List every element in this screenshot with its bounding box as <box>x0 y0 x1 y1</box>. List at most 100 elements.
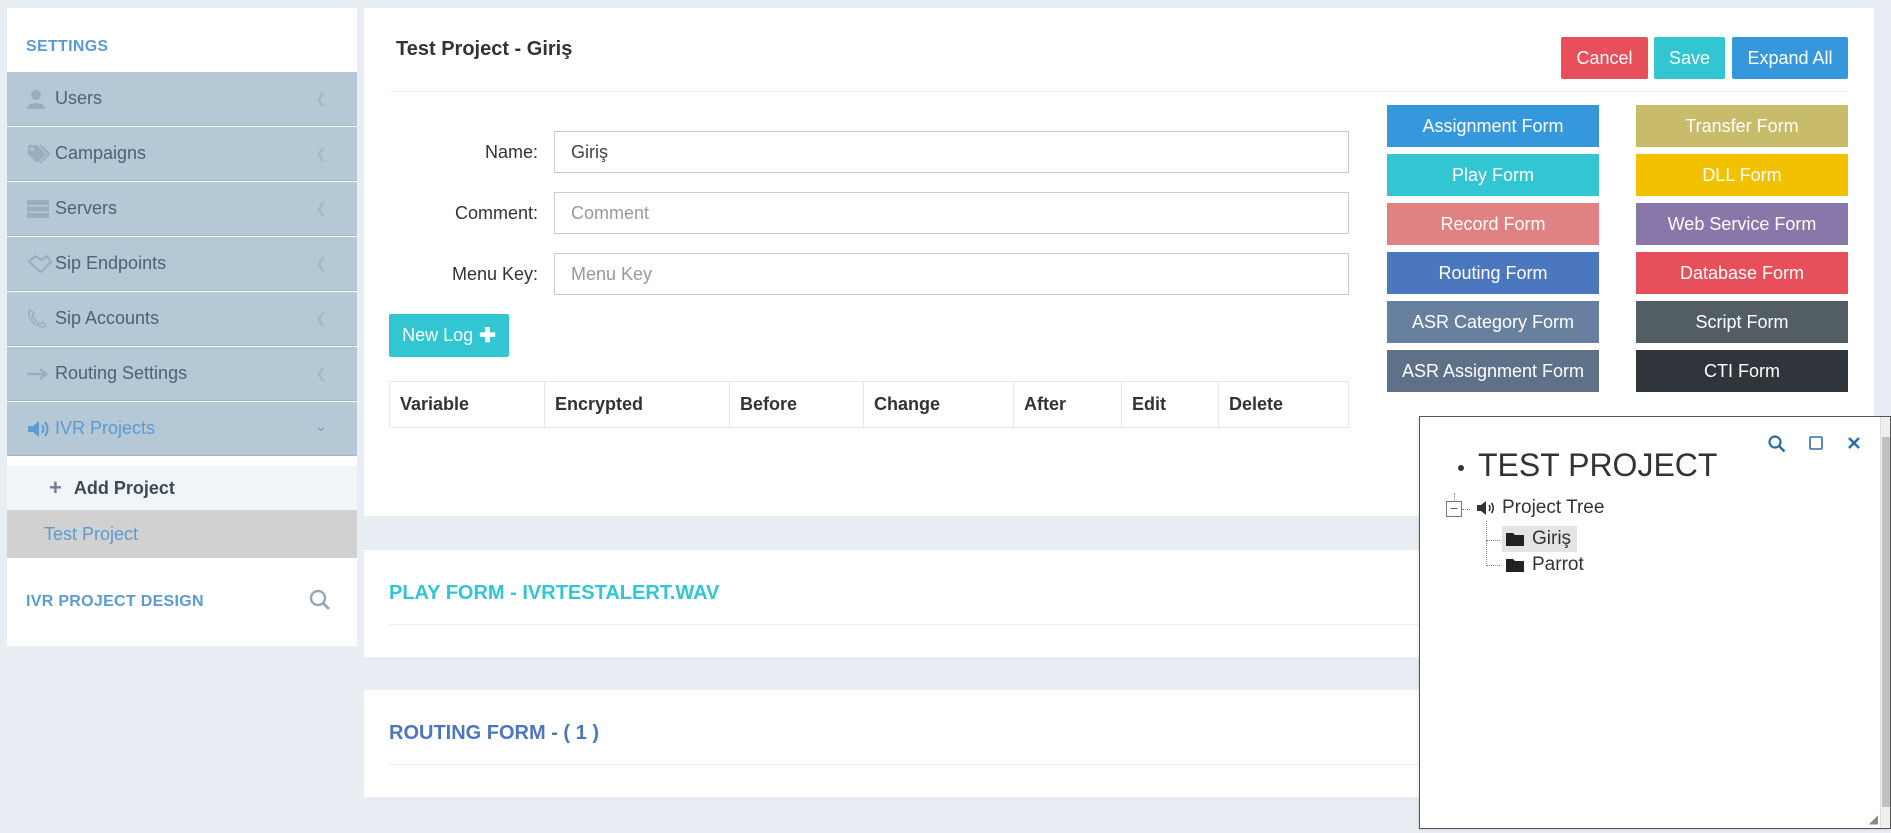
search-icon[interactable] <box>1768 435 1786 458</box>
column-header[interactable]: Before <box>729 381 864 428</box>
cancel-button[interactable]: Cancel <box>1561 37 1648 79</box>
chevron-left-icon: ❮ <box>315 310 327 326</box>
maximize-icon[interactable] <box>1808 435 1824 458</box>
chevron-left-icon: ❮ <box>315 365 327 381</box>
chevron-left-icon: ❮ <box>315 90 327 106</box>
chevron-left-icon: ❮ <box>315 145 327 161</box>
tree-node-label: Parrot <box>1532 554 1584 575</box>
dll-form-button[interactable]: DLL Form <box>1636 154 1848 196</box>
save-button[interactable]: Save <box>1654 37 1725 79</box>
comment-label: Comment: <box>454 203 538 223</box>
plus-icon: ✚ <box>479 325 496 347</box>
phone-icon <box>27 308 55 329</box>
chevron-left-icon: ❮ <box>315 200 327 216</box>
play-form-button[interactable]: Play Form <box>1387 154 1599 196</box>
handshake-icon <box>27 254 55 274</box>
asr-assignment-form-button[interactable]: ASR Assignment Form <box>1387 350 1599 392</box>
menu-key-label: Menu Key: <box>451 264 538 284</box>
folder-icon <box>1506 558 1524 572</box>
tree-node-label: Project Tree <box>1502 497 1605 518</box>
page-title: Test Project - Giriş <box>396 38 573 60</box>
arrow-right-icon <box>27 367 55 380</box>
sidebar-item-label: Sip Endpoints <box>55 253 167 273</box>
web-service-form-button[interactable]: Web Service Form <box>1636 203 1848 245</box>
sidebar-item-label: Users <box>55 88 103 108</box>
volume-icon <box>1476 500 1496 516</box>
sidebar-item-label: IVR Projects <box>55 418 156 438</box>
record-form-button[interactable]: Record Form <box>1387 203 1599 245</box>
chevron-left-icon: ❮ <box>315 255 327 271</box>
tree-toolbar <box>1768 435 1862 458</box>
new-log-button[interactable]: New Log ✚ <box>389 314 509 357</box>
scrollbar[interactable] <box>1880 417 1890 828</box>
sidebar-item-label: Sip Accounts <box>55 308 160 328</box>
chevron-down-icon: ⌄ <box>315 418 327 434</box>
column-header[interactable]: Variable <box>389 381 545 428</box>
project-item[interactable]: Test Project <box>7 510 357 558</box>
resize-handle-icon[interactable]: ◢ <box>1869 812 1878 826</box>
sidebar-item-label: Servers <box>55 198 118 218</box>
tree-connector <box>1486 521 1487 566</box>
close-icon[interactable] <box>1846 435 1862 458</box>
column-header[interactable]: Encrypted <box>544 381 730 428</box>
sidebar-item-servers[interactable]: Servers ❮ <box>7 182 357 236</box>
volume-icon <box>27 419 55 439</box>
cti-form-button[interactable]: CTI Form <box>1636 350 1848 392</box>
tree-root-label: TEST PROJECT <box>1478 447 1718 483</box>
column-header[interactable]: Edit <box>1121 381 1219 428</box>
tree-connector <box>1462 509 1470 510</box>
log-table: Variable Encrypted Before Change After E… <box>389 381 1349 428</box>
ivr-project-design-title: IVR PROJECT DESIGN <box>26 593 204 610</box>
database-form-button[interactable]: Database Form <box>1636 252 1848 294</box>
routing-form-title[interactable]: ROUTING FORM - ( 1 ) <box>389 722 599 745</box>
add-project-label: Add Project <box>73 477 175 498</box>
sidebar-item-sip-accounts[interactable]: Sip Accounts ❮ <box>7 292 357 346</box>
bullet <box>1458 465 1464 471</box>
routing-form-button[interactable]: Routing Form <box>1387 252 1599 294</box>
tree-node-project-tree[interactable]: Project Tree <box>1476 497 1604 519</box>
comment-field[interactable] <box>554 192 1349 234</box>
play-form-title[interactable]: PLAY FORM - IVRTESTALERT.WAV <box>389 582 719 605</box>
sidebar-item-label: Routing Settings <box>55 363 188 383</box>
tree-node-label: Giriş <box>1532 528 1572 549</box>
sidebar: SETTINGS Users ❮ Campaigns ❮ Servers ❮ S… <box>7 8 357 646</box>
column-header[interactable]: Change <box>863 381 1014 428</box>
search-icon[interactable] <box>309 589 331 616</box>
add-project-item[interactable]: + Add Project <box>7 466 357 510</box>
script-form-button[interactable]: Script Form <box>1636 301 1848 343</box>
tree-node-giris[interactable]: Giriş <box>1502 526 1578 552</box>
user-icon <box>27 89 55 109</box>
divider <box>390 91 1848 92</box>
tree-node-parrot[interactable]: Parrot <box>1506 554 1584 576</box>
menu-key-field[interactable] <box>554 253 1349 295</box>
project-label: Test Project <box>44 523 139 544</box>
asr-category-form-button[interactable]: ASR Category Form <box>1387 301 1599 343</box>
sidebar-item-sip-endpoints[interactable]: Sip Endpoints ❮ <box>7 237 357 291</box>
sidebar-item-ivr-projects[interactable]: IVR Projects ⌄ <box>7 402 357 456</box>
column-header[interactable]: Delete <box>1218 381 1349 428</box>
assignment-form-button[interactable]: Assignment Form <box>1387 105 1599 147</box>
table-header-row: Variable Encrypted Before Change After E… <box>389 381 1349 428</box>
sidebar-item-label: Campaigns <box>55 143 147 163</box>
plus-icon: + <box>49 475 62 500</box>
sidebar-footer: IVR PROJECT DESIGN <box>7 558 357 646</box>
tree-connector <box>1486 565 1500 566</box>
name-label: Name: <box>484 142 538 162</box>
server-icon <box>27 199 55 218</box>
column-header[interactable]: After <box>1013 381 1122 428</box>
sidebar-title: SETTINGS <box>26 38 109 55</box>
sidebar-item-routing-settings[interactable]: Routing Settings ❮ <box>7 347 357 401</box>
tags-icon <box>27 143 55 164</box>
folder-icon <box>1506 532 1524 546</box>
project-tree-window: TEST PROJECT − Project Tree Giriş Parrot… <box>1419 416 1891 829</box>
name-field[interactable] <box>554 131 1349 173</box>
expand-all-button[interactable]: Expand All <box>1732 37 1848 79</box>
sidebar-item-users[interactable]: Users ❮ <box>7 72 357 126</box>
scrollbar-thumb[interactable] <box>1882 437 1890 807</box>
tree-connector <box>1486 540 1500 541</box>
tree-collapse-toggle[interactable]: − <box>1446 501 1462 517</box>
new-log-label: New Log <box>402 325 474 345</box>
transfer-form-button[interactable]: Transfer Form <box>1636 105 1848 147</box>
sidebar-item-campaigns[interactable]: Campaigns ❮ <box>7 127 357 181</box>
tree-root-title: TEST PROJECT <box>1458 447 1718 484</box>
